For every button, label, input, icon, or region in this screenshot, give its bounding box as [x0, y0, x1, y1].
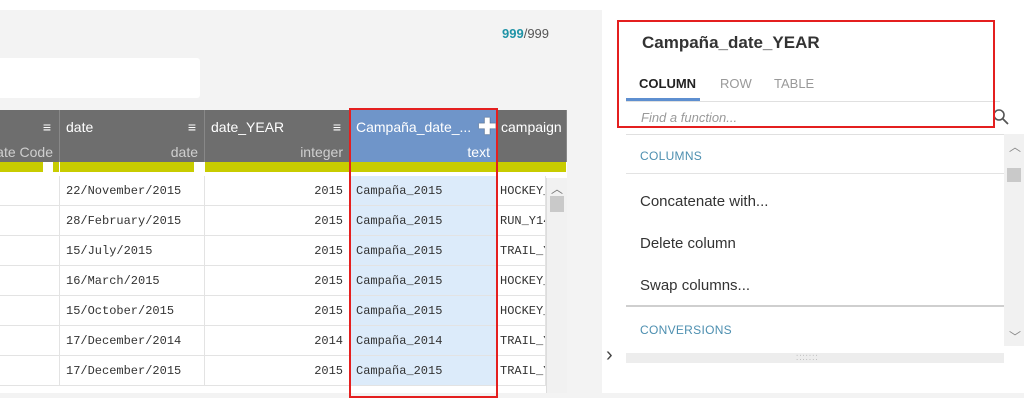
table-cell[interactable] — [0, 296, 60, 326]
row-count: 999/999 — [502, 26, 549, 41]
table-cell[interactable]: TRAIL_Y — [497, 236, 546, 266]
column-menu-icon[interactable]: ≡ — [43, 119, 51, 135]
chevron-up-icon[interactable]: ︿ — [551, 180, 563, 197]
table-cell[interactable]: TRAIL_Y — [497, 326, 546, 356]
table-cell[interactable] — [0, 206, 60, 236]
scrollbar-thumb[interactable] — [550, 196, 564, 212]
highlight-box-column — [349, 108, 498, 398]
chevron-up-icon[interactable]: ︿ — [1009, 138, 1021, 155]
section-columns: COLUMNS — [640, 149, 703, 163]
table-cell[interactable]: 2015 — [205, 236, 350, 266]
column-name: date_YEAR — [211, 119, 285, 135]
column-menu-icon[interactable]: ≡ — [188, 119, 196, 135]
table-cell[interactable]: RUN_Y14 — [497, 206, 546, 236]
collapse-panel-chevron-icon[interactable]: › — [606, 344, 613, 367]
table-cell[interactable]: HOCKEY_ — [497, 296, 546, 326]
grid-vertical-scrollbar[interactable]: ︿ — [546, 178, 567, 393]
table-cell[interactable]: HOCKEY_ — [497, 266, 546, 296]
divider — [626, 305, 1004, 307]
table-cell[interactable]: 28/February/2015 — [60, 206, 205, 236]
column-header-date-year[interactable]: date_YEAR ≡ integer — [205, 110, 350, 162]
quality-bar — [60, 162, 205, 172]
row-count-selected: 999 — [502, 26, 524, 41]
column-name: campaign — [501, 119, 562, 135]
quality-bar — [205, 162, 350, 172]
chevron-down-icon[interactable]: ﹀ — [1009, 328, 1021, 345]
table-cell[interactable] — [0, 236, 60, 266]
table-cell[interactable]: 2015 — [205, 176, 350, 206]
function-concatenate[interactable]: Concatenate with... — [640, 193, 768, 210]
row-count-total: /999 — [523, 26, 550, 41]
panel-horizontal-scrollbar[interactable]: ⁚⁚⁚⁚⁚⁚⁚ — [626, 353, 1004, 363]
table-cell[interactable]: 2015 — [205, 266, 350, 296]
table-cell[interactable]: 2015 — [205, 206, 350, 236]
table-cell[interactable] — [0, 266, 60, 296]
table-cell[interactable] — [0, 356, 60, 386]
table-cell[interactable]: 17/December/2014 — [60, 326, 205, 356]
divider — [626, 173, 1004, 174]
table-cell[interactable]: 2015 — [205, 296, 350, 326]
table-cell[interactable] — [0, 326, 60, 356]
column-name: date — [66, 119, 94, 135]
table-cell[interactable]: TRAIL_Y — [497, 356, 546, 386]
table-cell[interactable]: 17/December/2015 — [60, 356, 205, 386]
column-type: integer — [300, 144, 343, 160]
table-cell[interactable]: 2015 — [205, 356, 350, 386]
column-header[interactable]: ≡ ate Code — [0, 110, 60, 162]
table-cell[interactable]: 15/October/2015 — [60, 296, 205, 326]
highlight-box-panel — [617, 20, 995, 128]
table-cell[interactable]: HOCKEY_ — [497, 176, 546, 206]
function-delete-column[interactable]: Delete column — [640, 235, 736, 252]
table-cell[interactable]: 16/March/2015 — [60, 266, 205, 296]
function-swap-columns[interactable]: Swap columns... — [640, 277, 750, 294]
scrollbar-thumb[interactable] — [1007, 168, 1021, 182]
panel-vertical-scrollbar[interactable]: ︿ ﹀ — [1004, 134, 1024, 346]
table-cell[interactable]: 15/July/2015 — [60, 236, 205, 266]
function-list: COLUMNS Concatenate with... Delete colum… — [626, 134, 1004, 347]
table-cell[interactable]: 2014 — [205, 326, 350, 356]
table-cell[interactable]: 22/November/2015 — [60, 176, 205, 206]
quality-bar — [0, 162, 60, 172]
table-cell[interactable] — [0, 176, 60, 206]
grip-icon: ⁚⁚⁚⁚⁚⁚⁚ — [796, 355, 819, 362]
column-type: date — [170, 144, 198, 160]
column-menu-icon[interactable]: ≡ — [333, 119, 341, 135]
column-header-campaign[interactable]: campaign — [497, 110, 567, 162]
dataset-search-box[interactable] — [0, 58, 200, 98]
section-conversions: CONVERSIONS — [640, 323, 732, 337]
quality-bar — [497, 162, 567, 172]
column-header-date[interactable]: date ≡ date — [60, 110, 205, 162]
column-type: ate Code — [0, 144, 53, 160]
